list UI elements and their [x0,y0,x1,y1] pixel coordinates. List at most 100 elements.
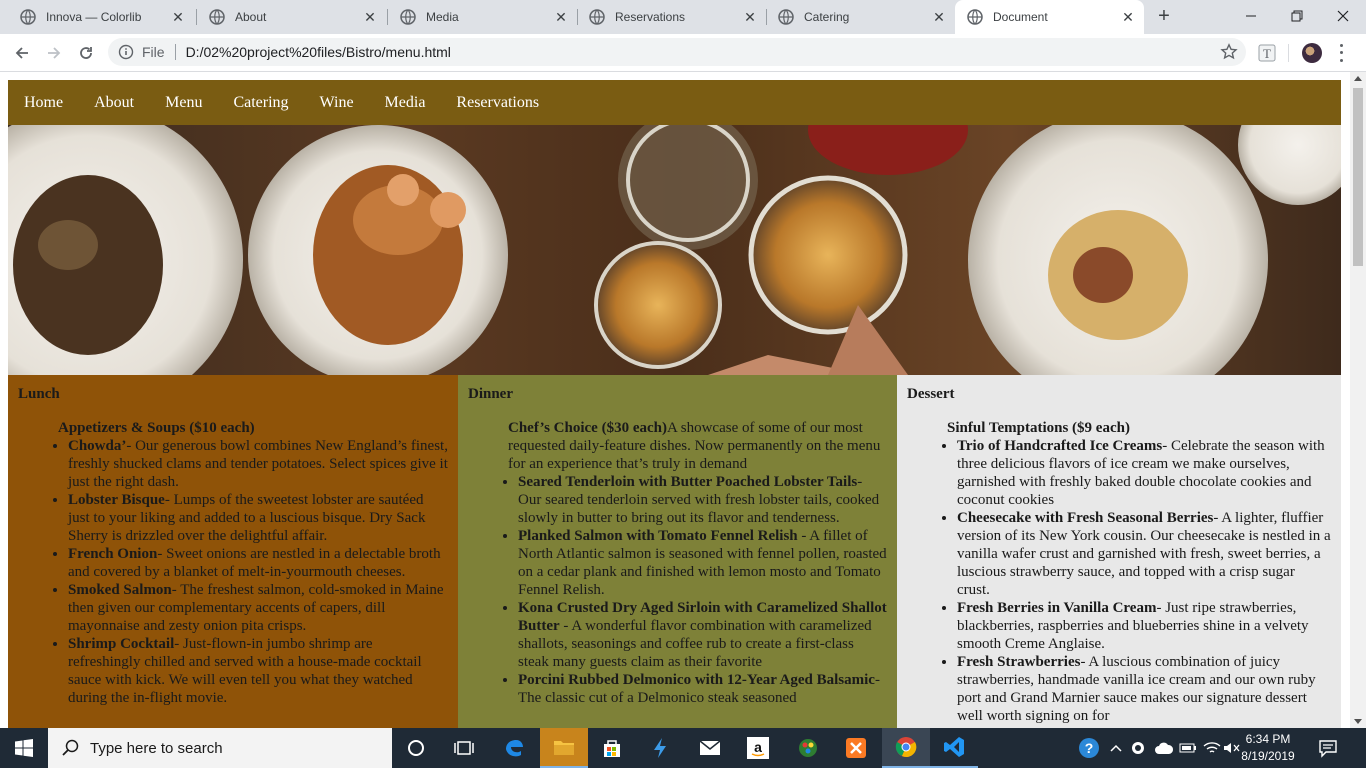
close-icon[interactable]: ✕ [362,9,378,25]
forward-button[interactable] [42,41,66,65]
tab-title: Document [993,10,1048,24]
globe-icon [778,9,794,25]
help-tray[interactable]: ? [1074,728,1104,768]
dessert-section-title: Sinful Temptations ($9 each) [947,420,1130,436]
tab-media[interactable]: Media ✕ [388,0,577,34]
tray-app-icon [1132,742,1144,754]
nav-reservations[interactable]: Reservations [456,94,539,112]
mail-icon [699,740,721,755]
item-name: Chowda’ [68,438,127,454]
scroll-down-icon[interactable] [1354,719,1362,724]
onedrive-tray[interactable] [1152,728,1176,768]
tab-about[interactable]: About ✕ [197,0,386,34]
tray-app[interactable] [1126,728,1150,768]
list-item: Seared Tenderloin with Butter Poached Lo… [518,473,887,527]
restore-button[interactable] [1274,0,1320,32]
tab-title: Innova — Colorlib Web [46,10,142,24]
lunch-list: Chowda’- Our generous bowl combines New … [58,437,448,707]
taskbar-app-vscode[interactable] [930,728,978,768]
battery-tray[interactable] [1176,728,1200,768]
list-item: Shrimp Cocktail- Just-flown-in jumbo shr… [68,635,448,707]
taskbar-search[interactable]: Type here to search [48,728,392,768]
taskbar-app-lightning[interactable] [636,728,684,768]
taskbar-app-xampp[interactable] [832,728,880,768]
start-button[interactable] [0,728,48,768]
taskbar-app-mail[interactable] [686,728,734,768]
list-item: Fresh Berries in Vanilla Cream- Just rip… [957,599,1331,653]
tab-reservations[interactable]: Reservations ✕ [577,0,766,34]
tab-catering[interactable]: Catering ✕ [766,0,955,34]
minimize-button[interactable] [1228,0,1274,32]
close-icon[interactable]: ✕ [931,9,947,25]
cortana-button[interactable] [392,728,440,768]
page-scrollbar[interactable] [1350,72,1366,728]
bistro-page: Home About Menu Catering Wine Media Rese… [8,80,1341,728]
nav-menu[interactable]: Menu [165,94,202,112]
task-view-button[interactable] [440,728,488,768]
windows-logo-icon [15,739,33,757]
nav-media[interactable]: Media [385,94,426,112]
clock-time: 6:34 PM [1245,732,1291,746]
chevron-up-icon [1110,744,1122,752]
nav-catering[interactable]: Catering [233,94,288,112]
profile-avatar[interactable] [1302,43,1322,63]
close-icon[interactable]: ✕ [1120,9,1136,25]
nav-home[interactable]: Home [24,94,63,112]
item-name: Smoked Salmon [68,582,172,598]
close-window-button[interactable] [1320,0,1366,32]
lunch-heading: Lunch [18,386,60,402]
dinner-section: Chef’s Choice ($30 each)A showcase of so… [508,419,887,473]
scroll-up-icon[interactable] [1354,76,1362,81]
reload-button[interactable] [74,41,98,65]
item-name: French Onion [68,546,158,562]
item-name: Cheesecake with Fresh Seasonal Berries [957,510,1214,526]
address-bar[interactable]: File D:/02%20project%20files/Bistro/menu… [108,38,1246,66]
item-name: Fresh Strawberries [957,654,1081,670]
taskbar-clock[interactable]: 6:34 PM 8/19/2019 [1238,731,1298,765]
cloud-icon [1155,742,1174,754]
tab-innova[interactable]: Innova — Colorlib Web ✕ [8,0,194,34]
lunch-column: Lunch Appetizers & Soups ($10 each) Chow… [8,375,458,728]
list-item: Fresh Strawberries- A luscious combinati… [957,653,1331,725]
globe-icon [589,9,605,25]
item-desc: - A wonderful flavor combination with ca… [518,618,872,670]
bookmark-star-icon[interactable] [1220,43,1238,61]
dinner-list: Seared Tenderloin with Butter Poached Lo… [508,473,887,707]
help-icon: ? [1079,738,1099,758]
amazon-icon: a [747,737,769,759]
battery-icon [1179,743,1196,753]
tab-document[interactable]: Document ✕ [955,0,1144,34]
close-icon[interactable]: ✕ [553,9,569,25]
list-item: Chowda’- Our generous bowl combines New … [68,437,448,491]
wifi-icon [1203,742,1221,753]
wifi-tray[interactable] [1200,728,1224,768]
globe-icon [20,9,36,25]
restore-icon [1291,10,1303,22]
url-text[interactable]: D:/02%20project%20files/Bistro/menu.html [186,44,451,60]
search-icon [62,739,79,756]
notification-icon[interactable] [1318,738,1338,758]
tab-title: Media [426,10,459,24]
taskbar-app-store[interactable] [588,728,636,768]
taskbar-app-chrome[interactable] [882,728,930,768]
taskbar-app-file-explorer[interactable] [540,728,588,768]
hero-image [8,125,1341,375]
scrollbar-thumb[interactable] [1353,88,1363,266]
extension-icon[interactable]: T [1257,43,1277,63]
item-name: Porcini Rubbed Delmonico with 12-Year Ag… [518,672,875,688]
close-icon[interactable]: ✕ [170,9,186,25]
nav-wine[interactable]: Wine [320,94,354,112]
nav-about[interactable]: About [94,94,134,112]
back-button[interactable] [10,41,34,65]
new-tab-button[interactable]: + [1152,5,1176,29]
chrome-icon [895,737,917,757]
close-icon[interactable]: ✕ [742,9,758,25]
page-viewport: Home About Menu Catering Wine Media Rese… [0,72,1350,728]
taskbar-app-paint[interactable] [784,728,832,768]
browser-menu-button[interactable] [1336,42,1346,64]
dinner-heading: Dinner [468,386,513,402]
food-and-drinks-illustration [8,125,1341,375]
taskbar-app-edge[interactable] [490,728,538,768]
taskbar-app-amazon[interactable]: a [734,728,782,768]
show-hidden-icons-button[interactable] [1106,728,1126,768]
